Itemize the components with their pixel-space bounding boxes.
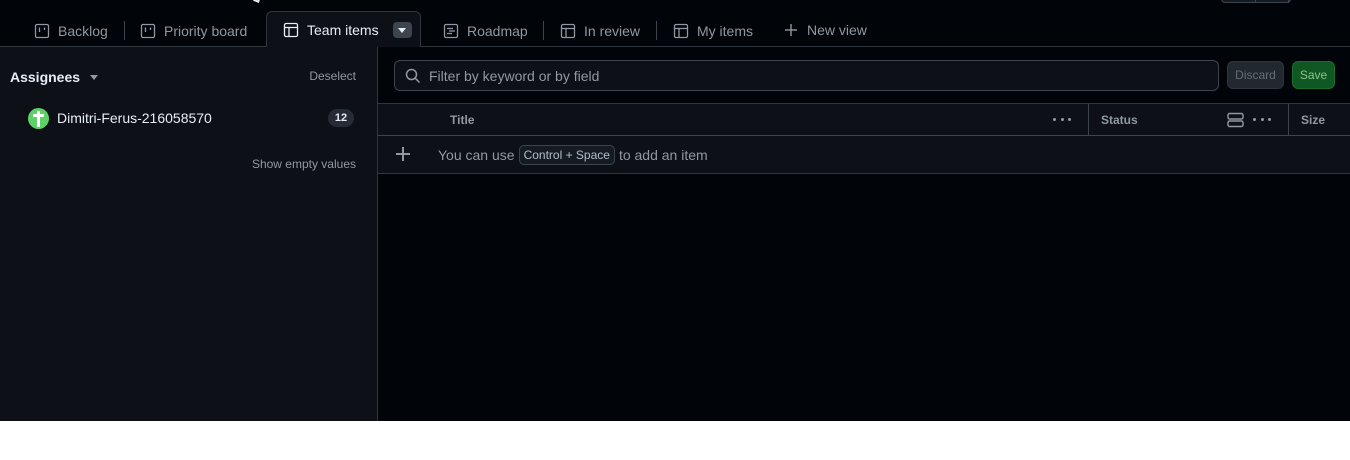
table-icon [673,23,689,39]
table-view: Discard Save Title Status Size You can u… [378,47,1350,421]
column-title-menu-icon[interactable] [1053,112,1071,126]
column-status-menu-icon[interactable] [1253,112,1271,126]
table-icon [283,22,299,38]
board-icon [140,23,156,39]
tab-label: In review [584,23,641,39]
chevron-down-icon [90,74,99,80]
keyboard-shortcut: Control + Space [518,145,615,165]
avatar [28,107,49,129]
tab-label: Team items [307,22,379,38]
roadmap-icon [443,23,459,39]
view-options-caret-button[interactable] [392,22,412,38]
tab-roadmap[interactable]: Roadmap [443,16,528,46]
top-button-group[interactable] [1221,0,1291,3]
tab-label: Backlog [58,23,108,39]
tab-label: My items [697,23,753,39]
tab-my-items[interactable]: My items [673,16,753,46]
tab-in-review[interactable]: In review [560,16,640,46]
tab-team-items[interactable]: Team items [266,11,421,48]
board-icon [34,23,50,39]
column-header-status[interactable]: Status [1101,104,1138,136]
plus-icon[interactable] [396,147,410,161]
tab-label: Priority board [164,23,248,39]
column-header-size[interactable]: Size [1301,104,1325,136]
tab-divider [656,21,657,40]
view-tabs-bar: Backlog Priority board Team items Roadma… [0,0,1350,48]
column-resize-handle[interactable] [1288,104,1289,136]
save-button[interactable]: Save [1292,61,1335,89]
slice-field-picker[interactable]: Assignees [10,69,99,85]
new-view-label: New view [807,22,867,38]
tab-priority-board[interactable]: Priority board [140,16,247,46]
assignee-name: Dimitri-Ferus-216058570 [57,110,212,126]
group-by-icon[interactable] [1227,112,1244,128]
tab-divider [543,21,544,40]
sidebar-item-assignee[interactable]: Dimitri-Ferus-216058570 12 [28,107,354,129]
tab-backlog[interactable]: Backlog [34,16,108,46]
show-empty-values-button[interactable]: Show empty values [252,157,356,171]
filter-input[interactable] [429,67,1189,84]
tab-label: Roadmap [467,23,528,39]
new-view-button[interactable]: New view [783,15,867,45]
project-app: Backlog Priority board Team items Roadma… [0,0,1350,421]
discard-button[interactable]: Discard [1227,61,1284,89]
column-resize-handle[interactable] [1088,104,1089,136]
tab-divider [124,21,125,40]
add-item-hint: You can use Control + Space to add an it… [438,145,708,165]
chevron-down-icon [398,27,407,33]
add-item-suffix: to add an item [618,147,708,163]
title-fragment-glyph [253,0,261,3]
table-icon [560,23,576,39]
add-item-prefix: You can use [438,147,515,163]
search-icon [405,68,421,83]
table-header: Title Status Size [378,103,1350,136]
column-header-title[interactable]: Title [450,104,474,136]
sidebar-title: Assignees [10,69,81,85]
add-item-row[interactable]: You can use Control + Space to add an it… [378,136,1350,174]
item-count-badge: 12 [328,109,354,127]
plus-icon [785,24,797,36]
slice-sidebar: Assignees Deselect Dimitri-Ferus-2160585… [0,47,378,421]
deselect-button[interactable]: Deselect [309,69,356,83]
filter-bar[interactable] [394,60,1219,91]
